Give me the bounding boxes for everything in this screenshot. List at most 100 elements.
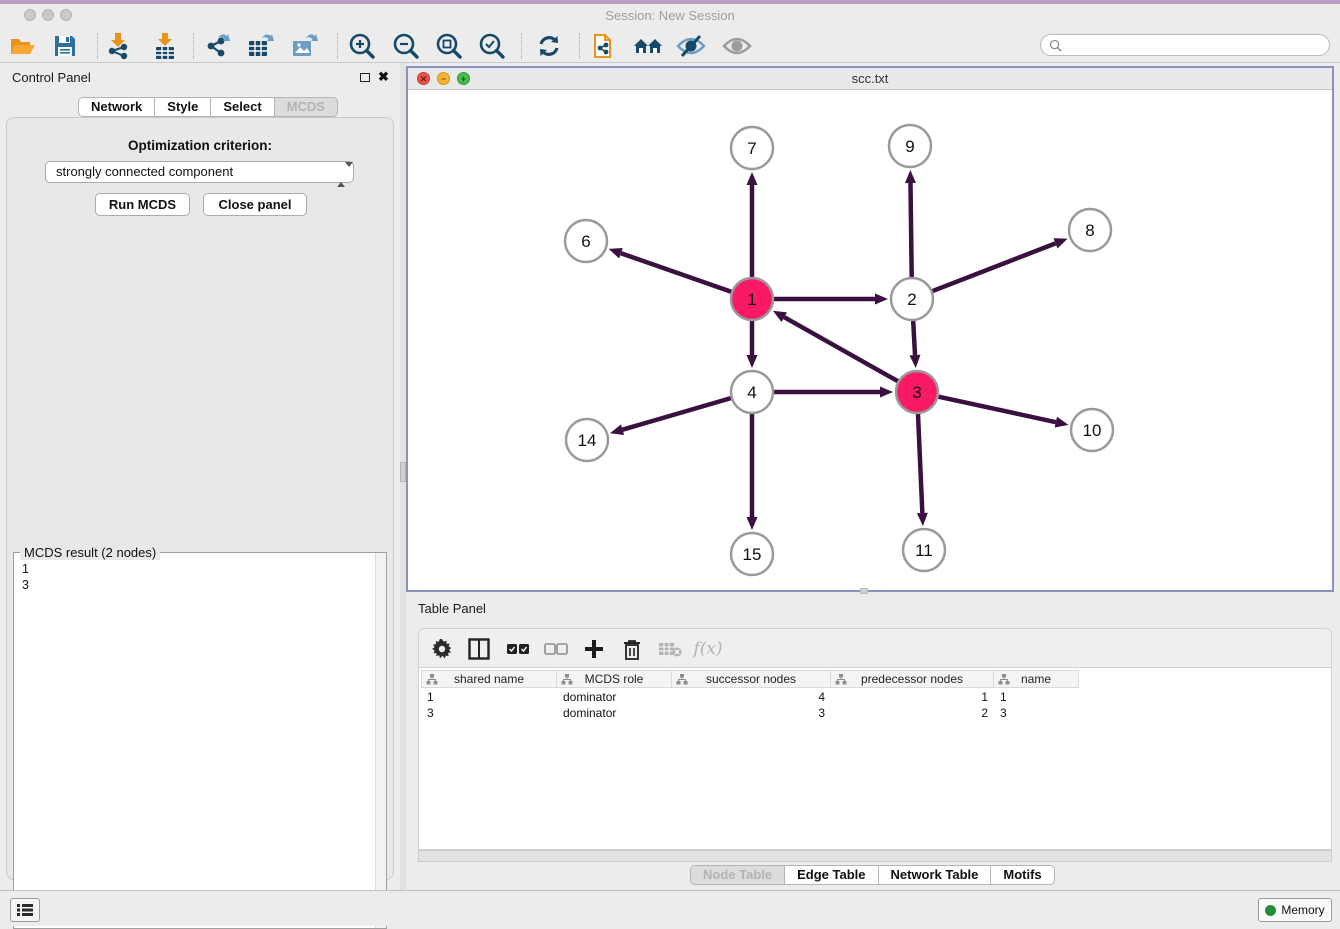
graph-edge-1-6[interactable] xyxy=(621,253,731,292)
zoom-selected-button[interactable] xyxy=(475,31,509,61)
zoom-out-button[interactable] xyxy=(389,31,423,61)
column-header-name[interactable]: name xyxy=(994,670,1079,688)
first-neighbors-button[interactable] xyxy=(631,31,665,61)
zoom-in-button[interactable] xyxy=(345,31,379,61)
close-window-button[interactable] xyxy=(24,9,36,21)
export-image-button[interactable] xyxy=(288,31,322,61)
tab-network-table[interactable]: Network Table xyxy=(879,865,992,885)
tab-mcds[interactable]: MCDS xyxy=(275,97,338,117)
save-session-button[interactable] xyxy=(48,31,82,61)
memory-button[interactable]: Memory xyxy=(1258,898,1332,922)
float-panel-icon[interactable] xyxy=(360,73,370,82)
graph-edge-3-1[interactable] xyxy=(784,317,898,381)
tab-network[interactable]: Network xyxy=(78,97,155,117)
graph-node-label-1: 1 xyxy=(747,290,756,309)
control-panel-header: Control Panel ✖ xyxy=(0,63,400,91)
table-row[interactable]: 1dominator411 xyxy=(421,689,1079,705)
run-mcds-button[interactable]: Run MCDS xyxy=(95,193,190,216)
toolbar-separator xyxy=(97,33,98,59)
graph-node-label-11: 11 xyxy=(915,541,933,560)
result-scrollbar[interactable] xyxy=(375,553,386,928)
search-box[interactable] xyxy=(1040,34,1330,56)
table-settings-button[interactable] xyxy=(427,634,457,664)
table-row[interactable]: 3dominator323 xyxy=(421,705,1079,721)
column-header-successor-nodes[interactable]: successor nodes xyxy=(672,670,831,688)
graph-edge-arrowhead xyxy=(905,170,916,183)
select-all-columns-button[interactable] xyxy=(503,634,533,664)
table-cell[interactable]: 3 xyxy=(421,705,557,721)
columns-icon xyxy=(468,638,490,660)
graph-edge-2-8[interactable] xyxy=(933,243,1056,291)
minimize-window-button[interactable] xyxy=(42,9,54,21)
main-toolbar xyxy=(0,28,1340,63)
table-header-row: shared nameMCDS rolesuccessor nodesprede… xyxy=(421,670,1079,688)
delete-column-button[interactable] xyxy=(617,634,647,664)
create-column-button[interactable] xyxy=(579,634,609,664)
table-cell[interactable]: 1 xyxy=(831,689,994,705)
network-window-titlebar[interactable]: ✕ − + scc.txt xyxy=(408,68,1332,90)
export-network-button[interactable] xyxy=(201,31,235,61)
graph-edge-2-3[interactable] xyxy=(913,321,915,355)
mcds-result-text[interactable]: 1 3 xyxy=(22,561,29,593)
tab-style[interactable]: Style xyxy=(155,97,211,117)
tab-motifs[interactable]: Motifs xyxy=(991,865,1054,885)
clone-network-button[interactable] xyxy=(587,31,621,61)
maximize-window-button[interactable] xyxy=(60,9,72,21)
import-network-button[interactable] xyxy=(101,31,135,61)
table-cell[interactable]: 1 xyxy=(994,689,1079,705)
import-table-button[interactable] xyxy=(148,31,182,61)
table-cell[interactable]: dominator xyxy=(557,689,672,705)
tab-node-table[interactable]: Node Table xyxy=(690,865,785,885)
table-cell[interactable]: 1 xyxy=(421,689,557,705)
memory-status-icon xyxy=(1265,905,1276,916)
task-history-button[interactable] xyxy=(10,898,40,922)
network-maximize-button[interactable]: + xyxy=(457,72,470,85)
network-minimize-button[interactable]: − xyxy=(437,72,450,85)
table-hscrollbar[interactable] xyxy=(418,850,1332,862)
zoom-out-icon xyxy=(392,32,420,60)
show-all-button[interactable] xyxy=(720,31,754,61)
mcds-panel: Optimization criterion: strongly connect… xyxy=(6,117,394,880)
criterion-select[interactable]: strongly connected component xyxy=(45,161,354,183)
horizontal-splitter-handle[interactable] xyxy=(860,588,868,594)
unselect-all-columns-button[interactable] xyxy=(541,634,571,664)
hide-selected-button[interactable] xyxy=(674,31,708,61)
window-title: Session: New Session xyxy=(0,4,1340,28)
graph-edge-4-14[interactable] xyxy=(623,398,731,430)
open-folder-icon xyxy=(10,35,36,57)
graph-edge-arrowhead xyxy=(1055,417,1069,428)
open-file-button[interactable] xyxy=(6,31,40,61)
column-header-MCDS-role[interactable]: MCDS role xyxy=(557,670,672,688)
close-panel-button[interactable]: Close panel xyxy=(203,193,307,216)
refresh-button[interactable] xyxy=(532,31,566,61)
mcds-result-title: MCDS result (2 nodes) xyxy=(20,545,160,560)
hierarchy-icon xyxy=(998,674,1010,685)
column-header-predecessor-nodes[interactable]: predecessor nodes xyxy=(831,670,994,688)
network-canvas[interactable]: 7968124314101511 xyxy=(408,90,1332,590)
tab-select[interactable]: Select xyxy=(211,97,274,117)
export-table-button[interactable] xyxy=(244,31,278,61)
graph-edge-3-10[interactable] xyxy=(938,397,1055,422)
export-table-icon xyxy=(247,32,275,60)
close-panel-icon[interactable]: ✖ xyxy=(378,69,389,85)
search-input[interactable] xyxy=(1062,38,1329,52)
table-cell[interactable]: 2 xyxy=(831,705,994,721)
network-close-button[interactable]: ✕ xyxy=(417,72,430,85)
zoom-fit-button[interactable] xyxy=(432,31,466,61)
table-cell[interactable]: 3 xyxy=(672,705,831,721)
table-cell[interactable]: 3 xyxy=(994,705,1079,721)
function-builder-button[interactable]: f(x) xyxy=(693,634,723,664)
table-cell[interactable]: 4 xyxy=(672,689,831,705)
table-tabs: Node Table Edge Table Network Table Moti… xyxy=(690,865,1055,885)
graph-edge-3-11[interactable] xyxy=(918,414,922,513)
control-panel-title: Control Panel xyxy=(12,70,91,85)
graph-node-label-15: 15 xyxy=(743,545,762,564)
delete-table-button[interactable] xyxy=(655,634,685,664)
graph-node-label-6: 6 xyxy=(581,232,590,251)
import-table-icon xyxy=(153,32,177,60)
show-columns-button[interactable] xyxy=(464,634,494,664)
tab-edge-table[interactable]: Edge Table xyxy=(785,865,878,885)
column-header-shared-name[interactable]: shared name xyxy=(421,670,557,688)
graph-edge-2-9[interactable] xyxy=(910,183,911,277)
table-cell[interactable]: dominator xyxy=(557,705,672,721)
